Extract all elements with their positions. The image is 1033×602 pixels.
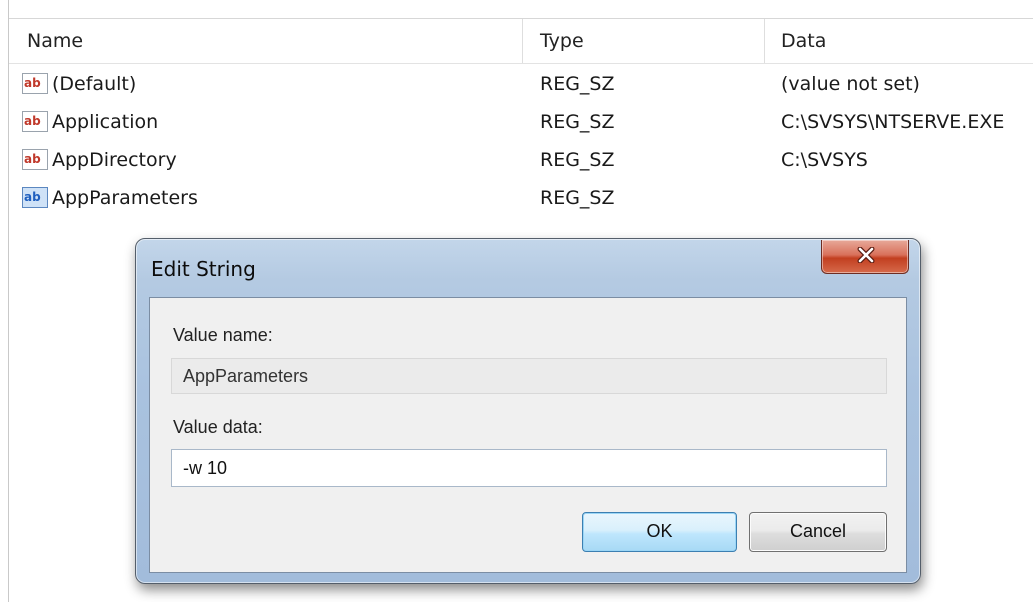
svg-text:ab: ab — [24, 190, 41, 204]
value-type: REG_SZ — [540, 149, 615, 171]
value-name-label: Value name: — [173, 325, 273, 345]
string-value-icon-selected: ab — [22, 187, 48, 208]
list-item[interactable]: ab AppDirectory REG_SZ C:\SVSYS — [9, 142, 1033, 179]
column-header-name[interactable]: Name — [9, 19, 523, 63]
list-item[interactable]: ab Application REG_SZ C:\SVSYS\NTSERVE.E… — [9, 104, 1033, 141]
dialog-content: Value name: AppParameters Value data: OK… — [149, 297, 907, 573]
dialog-title[interactable]: Edit String — [151, 257, 256, 281]
value-name: AppParameters — [52, 187, 198, 209]
edit-string-dialog: Edit String Value name: AppParameters Va… — [135, 238, 921, 584]
column-header-data[interactable]: Data — [765, 19, 1033, 63]
value-type: REG_SZ — [540, 187, 615, 209]
value-name: AppDirectory — [52, 149, 177, 171]
value-name-field: AppParameters — [171, 358, 887, 394]
value-name: (Default) — [52, 73, 137, 95]
value-name: Application — [52, 111, 159, 133]
value-data-input[interactable] — [171, 449, 887, 487]
close-icon — [857, 247, 875, 263]
string-value-icon: ab — [22, 111, 48, 132]
list-header: Name Type Data — [9, 18, 1033, 64]
string-value-icon: ab — [22, 149, 48, 170]
value-data: C:\SVSYS — [781, 149, 868, 171]
cancel-button[interactable]: Cancel — [749, 512, 887, 552]
value-data: C:\SVSYS\NTSERVE.EXE — [781, 111, 1005, 133]
value-data: (value not set) — [781, 73, 920, 95]
string-value-icon: ab — [22, 73, 48, 94]
value-type: REG_SZ — [540, 111, 615, 133]
svg-text:ab: ab — [24, 114, 41, 128]
ok-button[interactable]: OK — [582, 512, 737, 552]
value-data-label: Value data: — [173, 417, 263, 437]
column-header-type[interactable]: Type — [523, 19, 765, 63]
close-button[interactable] — [821, 240, 909, 274]
list-item-selected[interactable]: ab AppParameters REG_SZ — [9, 180, 1033, 217]
list-item[interactable]: ab (Default) REG_SZ (value not set) — [9, 66, 1033, 103]
value-type: REG_SZ — [540, 73, 615, 95]
svg-text:ab: ab — [24, 76, 41, 90]
svg-text:ab: ab — [24, 152, 41, 166]
